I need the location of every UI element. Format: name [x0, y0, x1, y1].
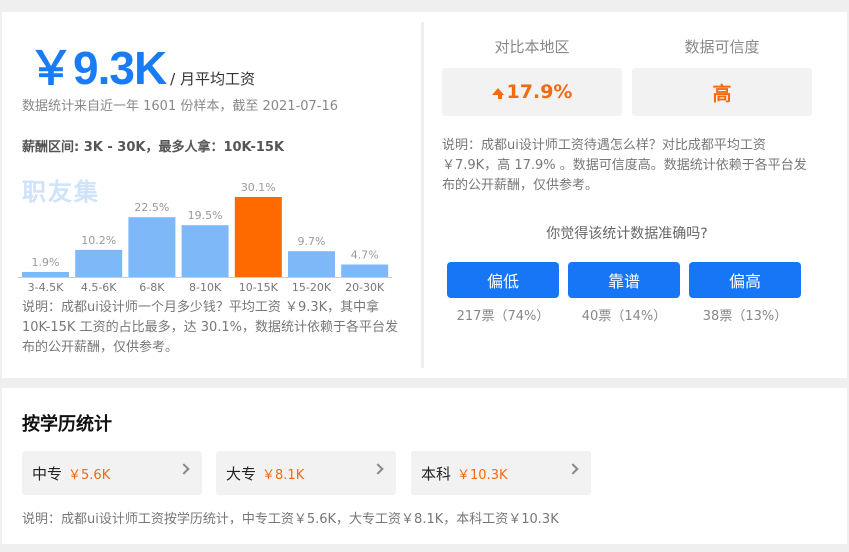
chevron-right-icon: [372, 463, 384, 475]
vote-low-button[interactable]: 偏低: [447, 262, 559, 298]
education-title: 按学历统计: [22, 414, 112, 435]
average-salary-value: ￥9.3K: [28, 42, 167, 94]
chart-bar-20-30K: [341, 264, 389, 277]
chart-tick-label: 15-20K: [292, 281, 332, 294]
chart-bar-3-4.5K: [22, 271, 69, 277]
chart-data-label: 1.9%: [32, 256, 60, 269]
education-item-name: 中专: [32, 464, 63, 483]
chart-tick-label: 10-15K: [239, 281, 279, 294]
salary-range-info: 薪酬区间: 3K - 30K，最多人拿：10K-15K: [22, 140, 285, 155]
salary-distribution-chart: 1.9% 3-4.5K 10.2% 4.5-6K 22.5% 6-8K 19.5% 8-10K…: [18, 181, 393, 294]
compare-region-box: 17.9%: [442, 68, 622, 116]
salary-note: 说明：成都ui设计师一个月多少钱？平均工资 ￥9.3K，其中拿 10K-15K …: [22, 300, 399, 355]
average-salary: ￥9.3K / 月平均工资: [28, 32, 255, 98]
salary-overview-card: ￥9.3K / 月平均工资 数据统计来自近一年 1601 份样本，截至 2021-…: [2, 12, 847, 378]
credibility-box: 高: [632, 68, 812, 116]
education-item-college[interactable]: 大专 ￥8.1K: [216, 451, 396, 495]
education-note: 说明：成都ui设计师工资按学历统计，中专工资￥5.6K，大专工资￥8.1K，本科…: [22, 512, 559, 527]
vote-question: 你觉得该统计数据准确吗?: [546, 226, 708, 242]
chart-tick-label: 3-4.5K: [28, 281, 64, 294]
chart-bar-6-8K: [128, 217, 176, 277]
compare-note: 说明：成都ui设计师工资待遇怎么样？对比成都平均工资 ￥7.9K，高 17.9%…: [442, 138, 807, 193]
chart-bar-8-10K: [181, 225, 229, 277]
chevron-right-icon: [178, 463, 190, 475]
credibility-value: 高: [712, 82, 732, 105]
vote-high-count: 38票（13%）: [702, 309, 788, 324]
vote-high-button[interactable]: 偏高: [689, 262, 801, 298]
chart-tick-label: 20-30K: [345, 281, 385, 294]
credibility-label: 数据可信度: [684, 38, 760, 56]
chart-data-label: 19.5%: [188, 209, 223, 222]
education-item-bachelor[interactable]: 本科 ￥10.3K: [411, 451, 591, 495]
arrow-up-icon-stem: [498, 93, 503, 99]
chart-data-label: 10.2%: [81, 234, 116, 247]
panel-divider: [421, 22, 424, 368]
education-item-value: ￥10.3K: [457, 467, 508, 483]
education-item-value: ￥5.6K: [68, 467, 111, 483]
chart-tick-label: 8-10K: [189, 281, 222, 294]
chart-data-label: 22.5%: [134, 201, 169, 214]
chart-bar-10-15K: [234, 197, 282, 277]
sample-info: 数据统计来自近一年 1601 份样本，截至 2021-07-16: [22, 99, 339, 114]
education-item-name: 大专: [226, 464, 257, 483]
chart-tick-label: 4.5-6K: [81, 281, 117, 294]
average-salary-suffix: / 月平均工资: [170, 70, 255, 88]
vote-low-count: 217票（74%）: [456, 309, 550, 324]
education-card: 按学历统计 中专 ￥5.6K 大专 ￥8.1K 本科 ￥10.3K 说明：成都u…: [2, 388, 847, 544]
chart-data-label: 4.7%: [351, 249, 379, 262]
chart-bar-15-20K: [288, 251, 335, 277]
education-item-value: ￥8.1K: [262, 467, 305, 483]
compare-region-label: 对比本地区: [494, 38, 570, 56]
compare-region-value: 17.9%: [506, 81, 573, 103]
education-item-name: 本科: [421, 464, 452, 483]
vote-reliable-count: 40票（14%）: [581, 309, 667, 324]
chart-data-label: 9.7%: [298, 235, 326, 248]
chevron-right-icon: [567, 463, 579, 475]
vote-reliable-button[interactable]: 靠谱: [568, 262, 680, 298]
chart-tick-label: 6-8K: [139, 281, 165, 294]
education-item-secondary[interactable]: 中专 ￥5.6K: [22, 451, 202, 495]
chart-bar-4.5-6K: [75, 249, 123, 277]
chart-data-label: 30.1%: [241, 181, 276, 194]
